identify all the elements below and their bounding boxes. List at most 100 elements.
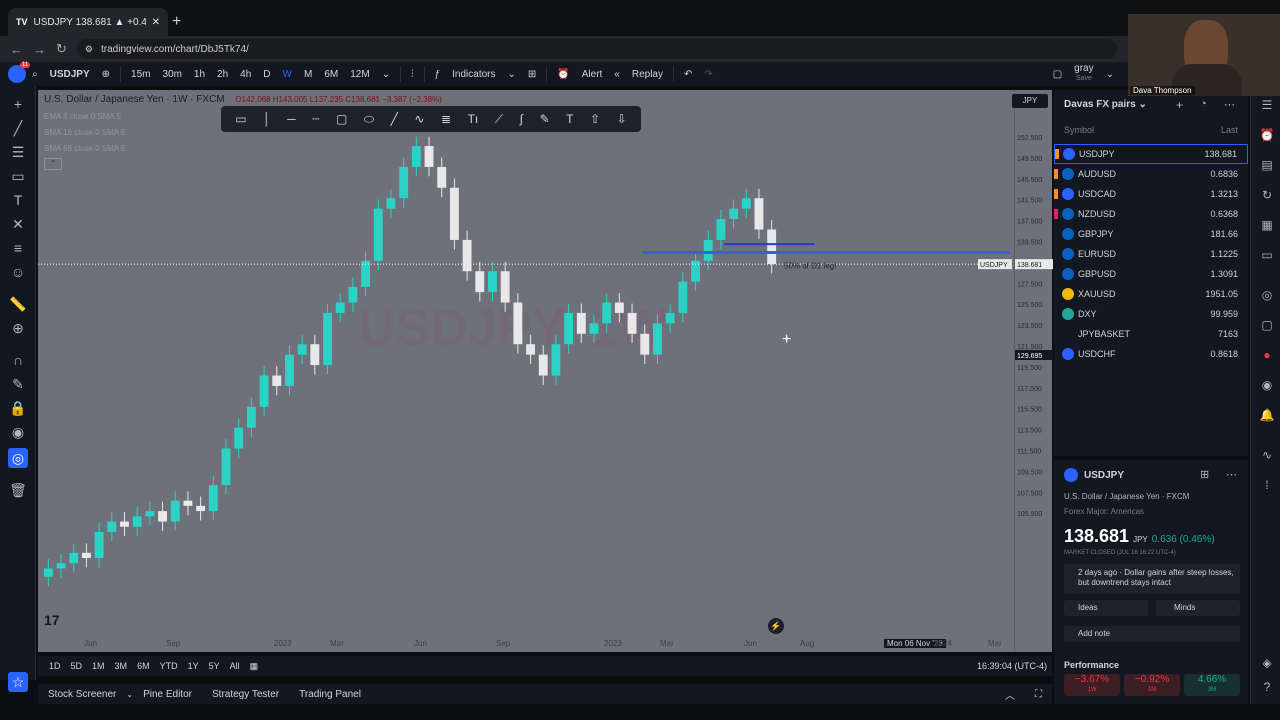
layers-icon[interactable]: ◈	[1259, 656, 1275, 672]
candle[interactable]	[488, 261, 497, 302]
ruler-icon[interactable]: 📏	[8, 294, 28, 314]
trading-panel-tab[interactable]: Trading Panel	[289, 689, 371, 700]
trend-icon[interactable]: ∿	[1259, 448, 1275, 464]
tradingview-logo[interactable]: 17	[44, 612, 60, 628]
interval-2h[interactable]: 2h	[211, 69, 234, 80]
watchlist-row-usdjpy[interactable]: USDJPY 138.681	[1054, 144, 1248, 164]
apps-icon[interactable]: ⁞	[1259, 478, 1275, 494]
broadcast-icon[interactable]: ◉	[1259, 378, 1275, 394]
more-icon[interactable]: ⋯	[1226, 468, 1237, 481]
clock-readout[interactable]: 16:39:04 (UTC-4)	[972, 661, 1052, 671]
close-tab-icon[interactable]: ✕	[152, 17, 160, 28]
fib-icon[interactable]: ☰	[8, 142, 28, 162]
lock-icon[interactable]: 🔒	[8, 398, 28, 418]
pattern-icon[interactable]: ✕	[8, 214, 28, 234]
candle[interactable]	[399, 157, 409, 208]
candle[interactable]	[132, 506, 142, 537]
candle[interactable]	[56, 553, 66, 578]
add-note-button[interactable]: Add note	[1064, 626, 1240, 642]
legend-title[interactable]: U.S. Dollar / Japanese Yen · 1W · FXCM	[44, 94, 225, 105]
undo-icon[interactable]: ↶	[678, 69, 698, 80]
interval-m[interactable]: M	[298, 69, 318, 80]
indicators-icon[interactable]: ƒ	[429, 69, 447, 80]
hotlist-icon[interactable]: ↻	[1259, 188, 1275, 204]
candle[interactable]	[43, 559, 53, 587]
text-icon[interactable]: T	[8, 190, 28, 210]
favorites-icon[interactable]: ◎	[8, 448, 28, 468]
templates-icon[interactable]: ⊞	[522, 69, 542, 80]
brush-icon[interactable]: ⟋	[495, 112, 503, 127]
lightning-icon[interactable]: ⚡	[768, 618, 784, 634]
candle[interactable]	[170, 491, 180, 531]
bell-icon[interactable]: 🔔	[1259, 408, 1275, 424]
magnet-icon[interactable]: ∩	[8, 350, 28, 370]
interval-4h[interactable]: 4h	[234, 69, 257, 80]
candle[interactable]	[310, 334, 320, 375]
calendar-icon[interactable]: ▦	[245, 661, 264, 672]
color-flag[interactable]	[1054, 169, 1058, 179]
range-5d[interactable]: 5D	[66, 661, 88, 671]
candle[interactable]	[208, 475, 218, 521]
back-icon[interactable]: ←	[10, 42, 23, 57]
replay-button[interactable]: Replay	[626, 69, 669, 80]
indicator-legend-sma16[interactable]: SMA 16 close 0 SMA 5	[44, 128, 125, 137]
indicator-legend-ema8[interactable]: EMA 8 close 0 SMA 5	[44, 112, 121, 121]
chevron-down-icon[interactable]: ⌄	[376, 69, 396, 80]
candle[interactable]	[691, 251, 700, 292]
trendline-icon[interactable]: ╱	[8, 118, 28, 138]
data-window-icon[interactable]: ▤	[1259, 158, 1275, 174]
compare-add-icon[interactable]: ⊕	[96, 69, 116, 80]
watchlist-row-eurusd[interactable]: EURUSD 1.1225	[1054, 244, 1248, 264]
alert-button[interactable]: Alert	[576, 69, 609, 80]
candle[interactable]	[348, 277, 358, 312]
collapse-panel-icon[interactable]: ︿	[995, 687, 1025, 702]
redo-icon[interactable]: ↷	[698, 69, 718, 80]
minds-button[interactable]: Minds	[1156, 600, 1240, 616]
interval-d[interactable]: D	[257, 69, 276, 80]
range-3m[interactable]: 3M	[110, 661, 133, 671]
candle[interactable]	[81, 543, 91, 568]
ideas-icon[interactable]: ▭	[1259, 248, 1275, 264]
color-flag[interactable]	[1055, 149, 1059, 159]
layout-name-button[interactable]: gray Save	[1068, 64, 1099, 84]
notifications-icon[interactable]: ●	[1259, 348, 1275, 364]
search-icon[interactable]: ⌕	[26, 69, 44, 80]
watchlist-row-nzdusd[interactable]: NZDUSD 0.6368	[1054, 204, 1248, 224]
interval-30m[interactable]: 30m	[156, 69, 187, 80]
chevron-down-icon[interactable]: ⌄	[1100, 69, 1120, 80]
watchlist-row-dxy[interactable]: DXY 99.959	[1054, 304, 1248, 324]
range-5y[interactable]: 5Y	[204, 661, 225, 671]
more-icon[interactable]: ⋯	[1224, 98, 1235, 111]
currency-button[interactable]: JPY	[1012, 94, 1048, 108]
interval-12m[interactable]: 12M	[344, 69, 375, 80]
candle[interactable]	[158, 501, 167, 531]
range-6m[interactable]: 6M	[132, 661, 155, 671]
pine-editor-tab[interactable]: Pine Editor	[133, 689, 202, 700]
range-ytd[interactable]: YTD	[155, 661, 183, 671]
replay-icon[interactable]: «	[608, 69, 626, 80]
range-1y[interactable]: 1Y	[183, 661, 204, 671]
vertical-line-icon[interactable]: │	[263, 112, 271, 126]
candle[interactable]	[107, 512, 117, 542]
watchlist-row-audusd[interactable]: AUDUSD 0.6836	[1054, 164, 1248, 184]
candle[interactable]	[120, 512, 129, 537]
candle[interactable]	[703, 230, 713, 271]
line-tool-icon[interactable]: ╱	[391, 112, 398, 126]
site-info-icon[interactable]: ⚙	[85, 44, 93, 55]
color-flag[interactable]	[1054, 349, 1058, 359]
chevron-down-icon[interactable]: ⌄	[502, 69, 522, 80]
watchlist-row-jpybasket[interactable]: JPYBASKET 7163	[1054, 324, 1248, 344]
candle[interactable]	[297, 334, 307, 365]
column-last[interactable]: Last	[1221, 125, 1238, 135]
advanced-view-icon[interactable]: ◔	[1200, 98, 1207, 110]
range-all[interactable]: All	[225, 661, 245, 671]
alerts-icon[interactable]: ⏰	[1259, 128, 1275, 144]
watchlist-row-xauusd[interactable]: XAUUSD 1951.05	[1054, 284, 1248, 304]
maximize-panel-icon[interactable]: ⛶	[1025, 689, 1052, 700]
candle[interactable]	[678, 272, 688, 323]
path-icon[interactable]: ∿	[414, 112, 424, 126]
candle[interactable]	[462, 230, 472, 281]
arrow-up-icon[interactable]: ⇧	[590, 112, 600, 126]
star-icon[interactable]: ☆	[8, 672, 28, 692]
emoji-icon[interactable]: ☺	[8, 262, 28, 282]
